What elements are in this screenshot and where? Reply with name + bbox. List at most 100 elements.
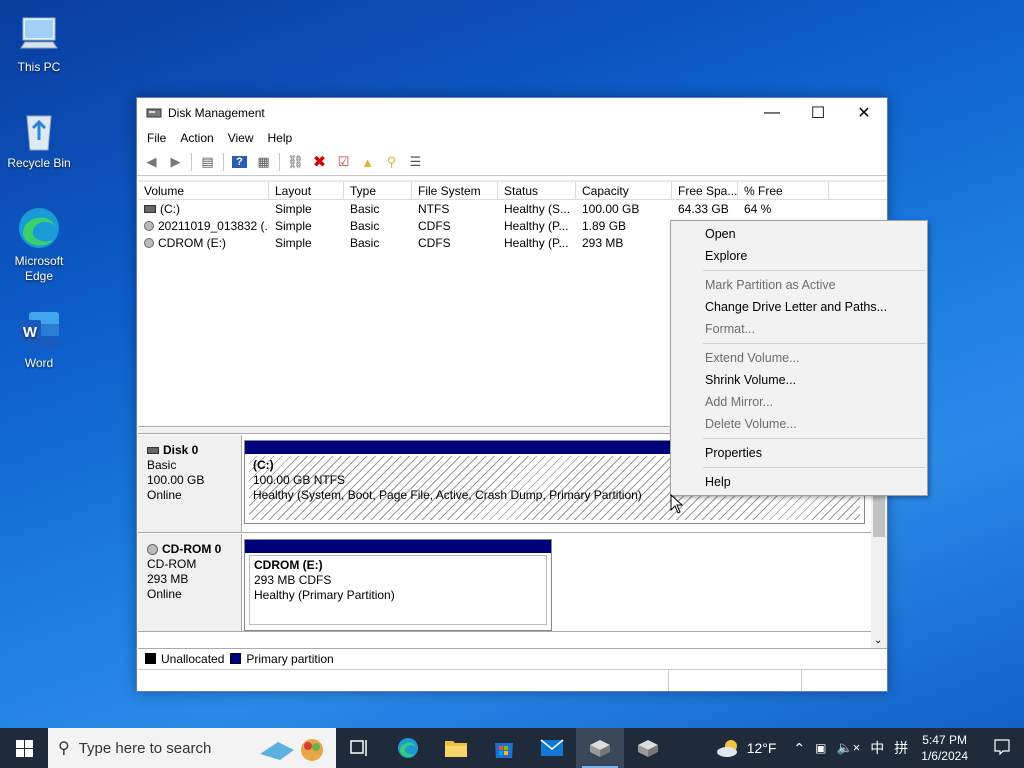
desktop-icon-label: Recycle Bin (7, 156, 71, 170)
partition-name: CDROM (E:) (254, 558, 323, 572)
volume-name: 20211019_013832 (... (158, 218, 269, 233)
column-header-capacity[interactable]: Capacity (576, 182, 672, 199)
show-hide-console-tree-icon[interactable]: ▤ (197, 152, 218, 173)
clock[interactable]: 5:47 PM 1/6/2024 (913, 732, 980, 764)
connect-virtual-disk-icon[interactable]: ⛓ (285, 152, 306, 173)
volume-muted-icon[interactable]: 🔈× (832, 740, 866, 756)
disk-status: Online (147, 587, 182, 601)
desktop-icon-word[interactable]: W Word (4, 306, 74, 371)
taskbar-computer-management[interactable] (624, 728, 672, 768)
menu-item-properties[interactable]: Properties (671, 442, 927, 464)
maximize-button[interactable]: ☐ (795, 98, 841, 127)
notifications-icon[interactable] (980, 738, 1024, 758)
network-icon[interactable]: ▣ (810, 741, 831, 755)
cd-drive-icon (144, 238, 154, 249)
system-tray: 12°F ⌃ ▣ 🔈× 中 拼 5:47 PM 1/6/2024 (710, 728, 1024, 768)
disk-info: Disk 0 Basic 100.00 GB Online (138, 435, 242, 532)
taskbar-store[interactable] (480, 728, 528, 768)
legend: Unallocated Primary partition (138, 648, 887, 668)
edge-icon (19, 208, 59, 248)
volume-cell: 20211019_013832 (... (138, 219, 269, 233)
context-menu: Open Explore Mark Partition as Active Ch… (670, 220, 928, 496)
desktop-icon-edge[interactable]: Microsoft Edge (4, 204, 74, 284)
status-bar (138, 669, 887, 691)
menu-item-shrink-volume[interactable]: Shrink Volume... (671, 369, 927, 391)
disk-size: 293 MB (147, 572, 189, 586)
legend-swatch-primary (230, 653, 242, 664)
search-icon: ⚲ (58, 740, 70, 757)
search-highlight-icon (260, 739, 323, 761)
taskbar-file-explorer[interactable] (432, 728, 480, 768)
layout-cell: Simple (275, 218, 312, 233)
close-button[interactable]: ✕ (841, 98, 887, 127)
status-pane (138, 670, 669, 691)
menu-separator (703, 467, 925, 468)
column-header-percent-free[interactable]: % Free (738, 182, 829, 199)
menu-file[interactable]: File (140, 131, 173, 145)
column-header-volume[interactable]: Volume (138, 182, 269, 199)
menu-item-add-mirror: Add Mirror... (705, 395, 774, 409)
column-header-file-system[interactable]: File System (412, 182, 498, 199)
task-view-button[interactable] (336, 728, 384, 768)
column-header-free-space[interactable]: Free Spa... (672, 182, 738, 199)
ime-pinyin-indicator[interactable]: 拼 (889, 738, 913, 758)
volume-name: CDROM (E:) (158, 235, 226, 250)
weather-widget[interactable]: 12°F (710, 738, 789, 758)
help-icon[interactable]: ? (229, 152, 250, 173)
menu-bar: File Action View Help (137, 127, 887, 149)
properties-view-icon[interactable]: ▦ (253, 152, 274, 173)
cd-drive-icon (144, 221, 154, 232)
taskbar-mail[interactable] (528, 728, 576, 768)
type-cell: Basic (350, 218, 380, 233)
minimize-button[interactable]: — (749, 98, 795, 127)
check-icon[interactable]: ☑ (333, 152, 354, 173)
toolbar-separator (279, 153, 280, 171)
table-row[interactable]: (C:) Simple Basic NTFS Healthy (S... 100… (138, 200, 887, 217)
status-cell: Healthy (S... (504, 201, 571, 216)
desktop-icon-label: Word (24, 356, 54, 370)
search-box[interactable]: ⚲ Type here to search (48, 728, 336, 768)
status-pane (669, 670, 802, 691)
partition-e[interactable]: CDROM (E:) 293 MB CDFS Healthy (Primary … (244, 539, 552, 631)
taskbar-edge[interactable] (384, 728, 432, 768)
ime-mode-indicator[interactable]: 中 (865, 738, 889, 758)
store-icon (495, 743, 513, 758)
disk-type: Basic (147, 458, 177, 472)
back-icon[interactable]: ◀ (141, 152, 162, 173)
legend-label-unallocated: Unallocated (161, 651, 225, 666)
desktop-icon-label: Microsoft Edge (14, 254, 64, 283)
forward-icon[interactable]: ▶ (165, 152, 186, 173)
desktop-icon-this-pc[interactable]: This PC (4, 10, 74, 75)
menu-item-explore[interactable]: Explore (671, 245, 927, 267)
disk-info: CD-ROM 0 CD-ROM 293 MB Online (138, 534, 242, 631)
folder-up-icon[interactable]: ▲ (357, 152, 378, 173)
column-header-type[interactable]: Type (344, 182, 412, 199)
menu-help[interactable]: Help (261, 131, 300, 145)
menu-item-change-drive-letter[interactable]: Change Drive Letter and Paths... (671, 296, 927, 318)
delete-icon[interactable]: ✖ (309, 152, 330, 173)
toolbar-separator (191, 153, 192, 171)
title-bar[interactable]: Disk Management — ☐ ✕ (137, 98, 887, 127)
status-cell: Healthy (P... (504, 235, 569, 250)
menu-view[interactable]: View (221, 131, 261, 145)
status-cell: Healthy (P... (504, 218, 569, 233)
menu-item-help[interactable]: Help (671, 471, 927, 493)
search-placeholder: Type here to search (78, 739, 212, 757)
disk-row-cdrom0[interactable]: CD-ROM 0 CD-ROM 293 MB Online CDROM (E:)… (138, 534, 871, 632)
volume-cell: (C:) (138, 202, 269, 216)
scrollbar-thumb[interactable] (873, 495, 885, 537)
menu-item-open[interactable]: Open (671, 223, 927, 245)
search-folder-icon[interactable]: ⚲ (381, 152, 402, 173)
taskbar-disk-management[interactable] (576, 728, 624, 768)
column-header-layout[interactable]: Layout (269, 182, 344, 199)
list-properties-icon[interactable]: ☰ (405, 152, 426, 173)
computer-icon (20, 17, 58, 49)
show-hidden-icons-icon[interactable]: ⌃ (788, 740, 810, 757)
desktop-icon-label: This PC (17, 60, 61, 74)
menu-action[interactable]: Action (173, 131, 220, 145)
scroll-down-icon[interactable]: ⌄ (874, 635, 882, 646)
desktop-icon-recycle-bin[interactable]: Recycle Bin (4, 106, 74, 171)
volume-list-header: Volume Layout Type File System Status Ca… (138, 180, 887, 200)
start-button[interactable] (0, 728, 48, 768)
column-header-status[interactable]: Status (498, 182, 576, 199)
